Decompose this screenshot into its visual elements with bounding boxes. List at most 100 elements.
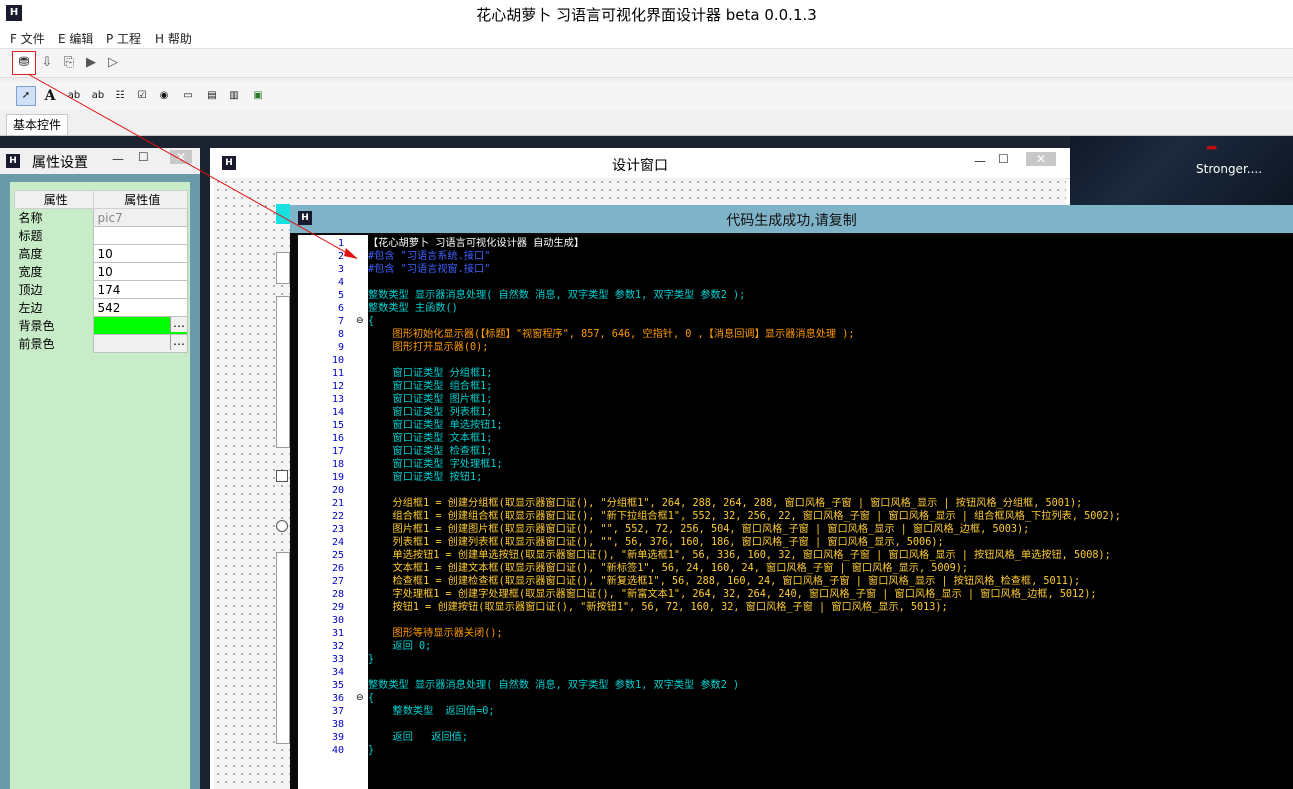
code-line: 整数类型 显示器消息处理( 自然数 消息, 双字类型 参数1, 双字类型 参数2… [368, 290, 746, 301]
run-icon[interactable]: ▶ [80, 52, 102, 74]
code-line: #包含 "习语言视窗.接口" [368, 264, 491, 275]
line-number: 13 [331, 394, 344, 405]
code-line: 文本框1 = 创建文本框(取显示器窗口证(), "新标签1", 56, 24, … [368, 563, 969, 574]
minimize-icon[interactable]: — [112, 152, 124, 166]
code-window-title: 代码生成成功,请复制 [726, 213, 857, 229]
button-tool-icon[interactable]: ▤ [202, 86, 222, 106]
combobox-tool-icon[interactable]: ▥ [224, 86, 244, 106]
property-table: 属性 属性值 名称 pic7 标题 高度 10 宽度 10 顶边 174 左边 542 背… [14, 190, 188, 353]
save-icon[interactable]: ⎘ [58, 52, 80, 74]
column-header-property: 属性 [14, 190, 94, 209]
fold-toggle-icon[interactable]: ⊖ [356, 315, 364, 328]
property-panel-titlebar: H 属性设置 — ☐ ✕ [0, 148, 200, 174]
line-number: 18 [331, 459, 344, 470]
fgcolor-picker-button[interactable]: … [170, 335, 187, 350]
line-number: 33 [331, 654, 344, 665]
code-line: 按钮1 = 创建按钮(取显示器窗口证(), "新按钮1", 56, 72, 16… [368, 602, 948, 613]
groupbox-tool-icon[interactable]: ▭ [178, 86, 198, 106]
listbox-tool-icon[interactable]: ☷ [110, 86, 130, 106]
code-line: 窗口证类型 分组框1; [368, 368, 493, 379]
line-number: 17 [331, 446, 344, 457]
line-number: 21 [331, 498, 344, 509]
app-title: 花心胡萝卜 习语言可视化界面设计器 beta 0.0.1.3 [476, 6, 817, 24]
fold-toggle-icon[interactable]: ⊖ [356, 692, 364, 705]
code-line: 整数类型 显示器消息处理( 自然数 消息, 双字类型 参数1, 双字类型 参数2… [368, 680, 740, 691]
minimize-icon[interactable]: — [974, 154, 986, 168]
line-number: 12 [331, 381, 344, 392]
code-line: 图形打开显示器(0); [368, 342, 489, 353]
bgcolor-picker-button[interactable]: … [170, 317, 187, 332]
selected-control-marker[interactable] [276, 204, 290, 224]
line-number: 37 [331, 706, 344, 717]
prop-key-width: 宽度 [14, 262, 93, 281]
code-line: 单选按钮1 = 创建单选按钮(取显示器窗口证(), "新单选框1", 56, 3… [368, 550, 1111, 561]
radio-control[interactable] [276, 520, 288, 532]
code-window: H 代码生成成功,请复制 1 2 3 4 5 6 7 ⊖ 8 9 10 11 12 13 14 15 16 17 1… [290, 205, 1293, 789]
close-icon[interactable]: ✕ [1026, 152, 1057, 166]
line-number: 10 [331, 355, 344, 366]
code-line: 窗口证类型 文本框1; [368, 433, 493, 444]
code-line: 检查框1 = 创建检查框(取显示器窗口证(), "新复选框1", 56, 288… [368, 576, 1081, 587]
prop-value-left[interactable]: 542 [92, 298, 188, 317]
code-line: 图形等待显示器关闭(); [368, 628, 503, 639]
line-number: 28 [331, 589, 344, 600]
code-line: 分组框1 = 创建分组框(取显示器窗口证(), "分组框1", 264, 288… [368, 498, 1083, 509]
prop-key-name: 名称 [14, 208, 93, 227]
code-editor[interactable]: 【花心胡萝卜 习语言可视化设计器 自动生成】 #包含 "习语言系统.接口" #包含 … [368, 235, 1293, 789]
line-number-gutter: 1 2 3 4 5 6 7 ⊖ 8 9 10 11 12 13 14 15 16 17 18 19 20 21 22 23 24… [298, 235, 368, 789]
desktop-shortcut-icon[interactable]: ➦ [1206, 140, 1232, 158]
maximize-icon[interactable]: ☐ [998, 152, 1009, 166]
line-number: 32 [331, 641, 344, 652]
radio-tool-icon[interactable]: ◉ [154, 86, 174, 106]
line-number: 40 [331, 745, 344, 756]
prop-value-title[interactable] [92, 226, 188, 245]
richtext-tool-icon[interactable]: ab [88, 86, 108, 106]
pointer-icon[interactable]: ➚ [16, 86, 36, 106]
maximize-icon[interactable]: ☐ [138, 150, 149, 164]
textbox-tool-icon[interactable]: ab [64, 86, 84, 106]
checkbox-control[interactable] [276, 470, 288, 482]
code-line: 字处理框1 = 创建字处理框(取显示器窗口证(), "新富文本1", 264, … [368, 589, 1097, 600]
code-line: } [368, 654, 375, 665]
column-header-value: 属性值 [92, 190, 188, 209]
control-stub[interactable] [276, 296, 290, 448]
menu-edit[interactable]: E 编辑 [58, 30, 93, 47]
line-number: 15 [331, 420, 344, 431]
step-icon[interactable]: ▷ [102, 52, 124, 74]
menu-help[interactable]: H 帮助 [155, 30, 192, 47]
menu-project[interactable]: P 工程 [106, 30, 141, 47]
prop-key-left: 左边 [14, 298, 93, 317]
line-number: 6 [337, 303, 344, 314]
code-line: 返回 返回值; [368, 732, 469, 743]
desktop-shortcut-label: Stronger.... [1196, 162, 1263, 176]
label-tool-icon[interactable]: A [40, 86, 60, 106]
line-number: 39 [331, 732, 344, 743]
listbox-control[interactable] [276, 552, 290, 744]
prop-value-top[interactable]: 174 [92, 280, 188, 299]
code-line: 返回 0; [368, 641, 432, 652]
design-window-titlebar: H 设计窗口 — ☐ ✕ [210, 148, 1070, 179]
line-number: 29 [331, 602, 344, 613]
code-line: { [368, 693, 375, 704]
tab-basic-controls[interactable]: 基本控件 [6, 114, 69, 135]
prop-value-width[interactable]: 10 [92, 262, 188, 281]
picture-tool-icon[interactable]: ▣ [248, 86, 268, 106]
close-icon[interactable]: ✕ [170, 150, 193, 164]
generate-code-icon[interactable]: ⛃ [12, 51, 36, 75]
line-number: 16 [331, 433, 344, 444]
prop-value-fgcolor[interactable]: … [92, 334, 188, 353]
prop-value-bgcolor[interactable]: … [92, 316, 188, 335]
line-number: 27 [331, 576, 344, 587]
prop-key-bgcolor: 背景色 [14, 316, 93, 335]
control-stub[interactable] [276, 252, 290, 284]
export-icon[interactable]: ⇩ [36, 52, 58, 74]
prop-value-height[interactable]: 10 [92, 244, 188, 263]
line-number: 5 [337, 290, 344, 301]
menu-file[interactable]: F 文件 [10, 30, 45, 47]
checkbox-tool-icon[interactable]: ☑ [132, 86, 152, 106]
line-number: 9 [337, 342, 344, 353]
line-number: 19 [331, 472, 344, 483]
code-line: { [368, 316, 375, 327]
line-number: 4 [337, 277, 344, 288]
line-number: 34 [331, 667, 344, 678]
